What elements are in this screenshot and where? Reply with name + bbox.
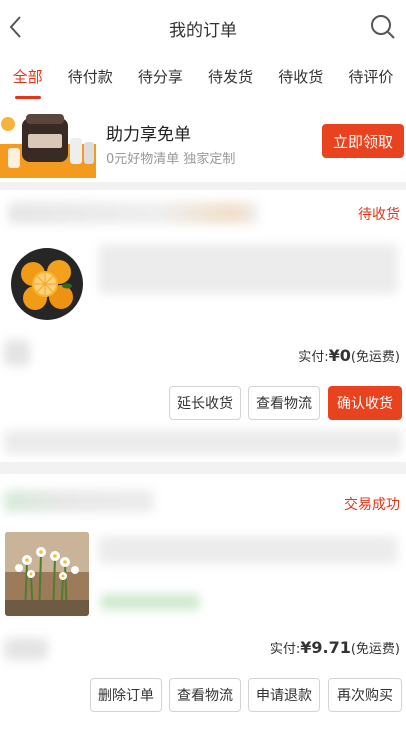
tab-pending-review[interactable]: 待评价 (346, 66, 395, 87)
promo-product-image (0, 114, 96, 178)
promo-title: 助力享免单 (106, 125, 191, 145)
top-nav-bar: 我的订单 (0, 0, 406, 53)
product-tag-blurred (100, 594, 200, 610)
product-thumbnail-narcissus (5, 532, 89, 616)
order-status: 交易成功 (344, 497, 400, 513)
tab-pending-shipment[interactable]: 待发货 (206, 66, 255, 87)
search-icon[interactable] (370, 14, 396, 40)
order-status: 待收货 (358, 207, 400, 223)
tab-pending-share[interactable]: 待分享 (136, 66, 185, 87)
extend-receipt-button[interactable]: 延长收货 (169, 386, 241, 420)
delete-order-button[interactable]: 删除订单 (90, 678, 162, 712)
request-refund-button[interactable]: 申请退款 (248, 678, 320, 712)
order-card[interactable]: 交易成功 实付:¥9.71(免运费) 删除订单 查看物流 申请退款 再次购买 (0, 474, 406, 740)
promo-subtitle: 0元好物清单 独家定制 (106, 152, 236, 167)
shop-name-blurred (8, 202, 258, 224)
order-tabs: 全部 待付款 待分享 待发货 待收货 待评价 (0, 52, 406, 100)
buy-again-button[interactable]: 再次购买 (328, 678, 402, 712)
product-thumbnail-oranges (5, 242, 89, 326)
page-title: 我的订单 (169, 21, 237, 41)
order-footer-blurred (4, 430, 402, 454)
product-info-blurred (98, 536, 398, 564)
tab-pending-receipt[interactable]: 待收货 (276, 66, 325, 87)
tab-all[interactable]: 全部 (11, 66, 45, 99)
tab-pending-payment[interactable]: 待付款 (66, 66, 115, 87)
claim-now-button[interactable]: 立即领取 (322, 124, 404, 158)
confirm-receipt-button[interactable]: 确认收货 (328, 386, 402, 420)
shop-name-blurred (4, 490, 154, 512)
view-logistics-button[interactable]: 查看物流 (169, 678, 241, 712)
payment-amount: 实付:¥9.71(免运费) (269, 638, 400, 657)
product-info-blurred (98, 244, 398, 294)
payment-amount: 实付:¥0(免运费) (298, 346, 400, 365)
order-card[interactable]: 待收货 实付:¥0(免运费) 延长收货 查看物流 确认收货 (0, 190, 406, 462)
quantity-blurred (4, 340, 30, 366)
quantity-blurred (4, 638, 48, 660)
view-logistics-button[interactable]: 查看物流 (248, 386, 320, 420)
